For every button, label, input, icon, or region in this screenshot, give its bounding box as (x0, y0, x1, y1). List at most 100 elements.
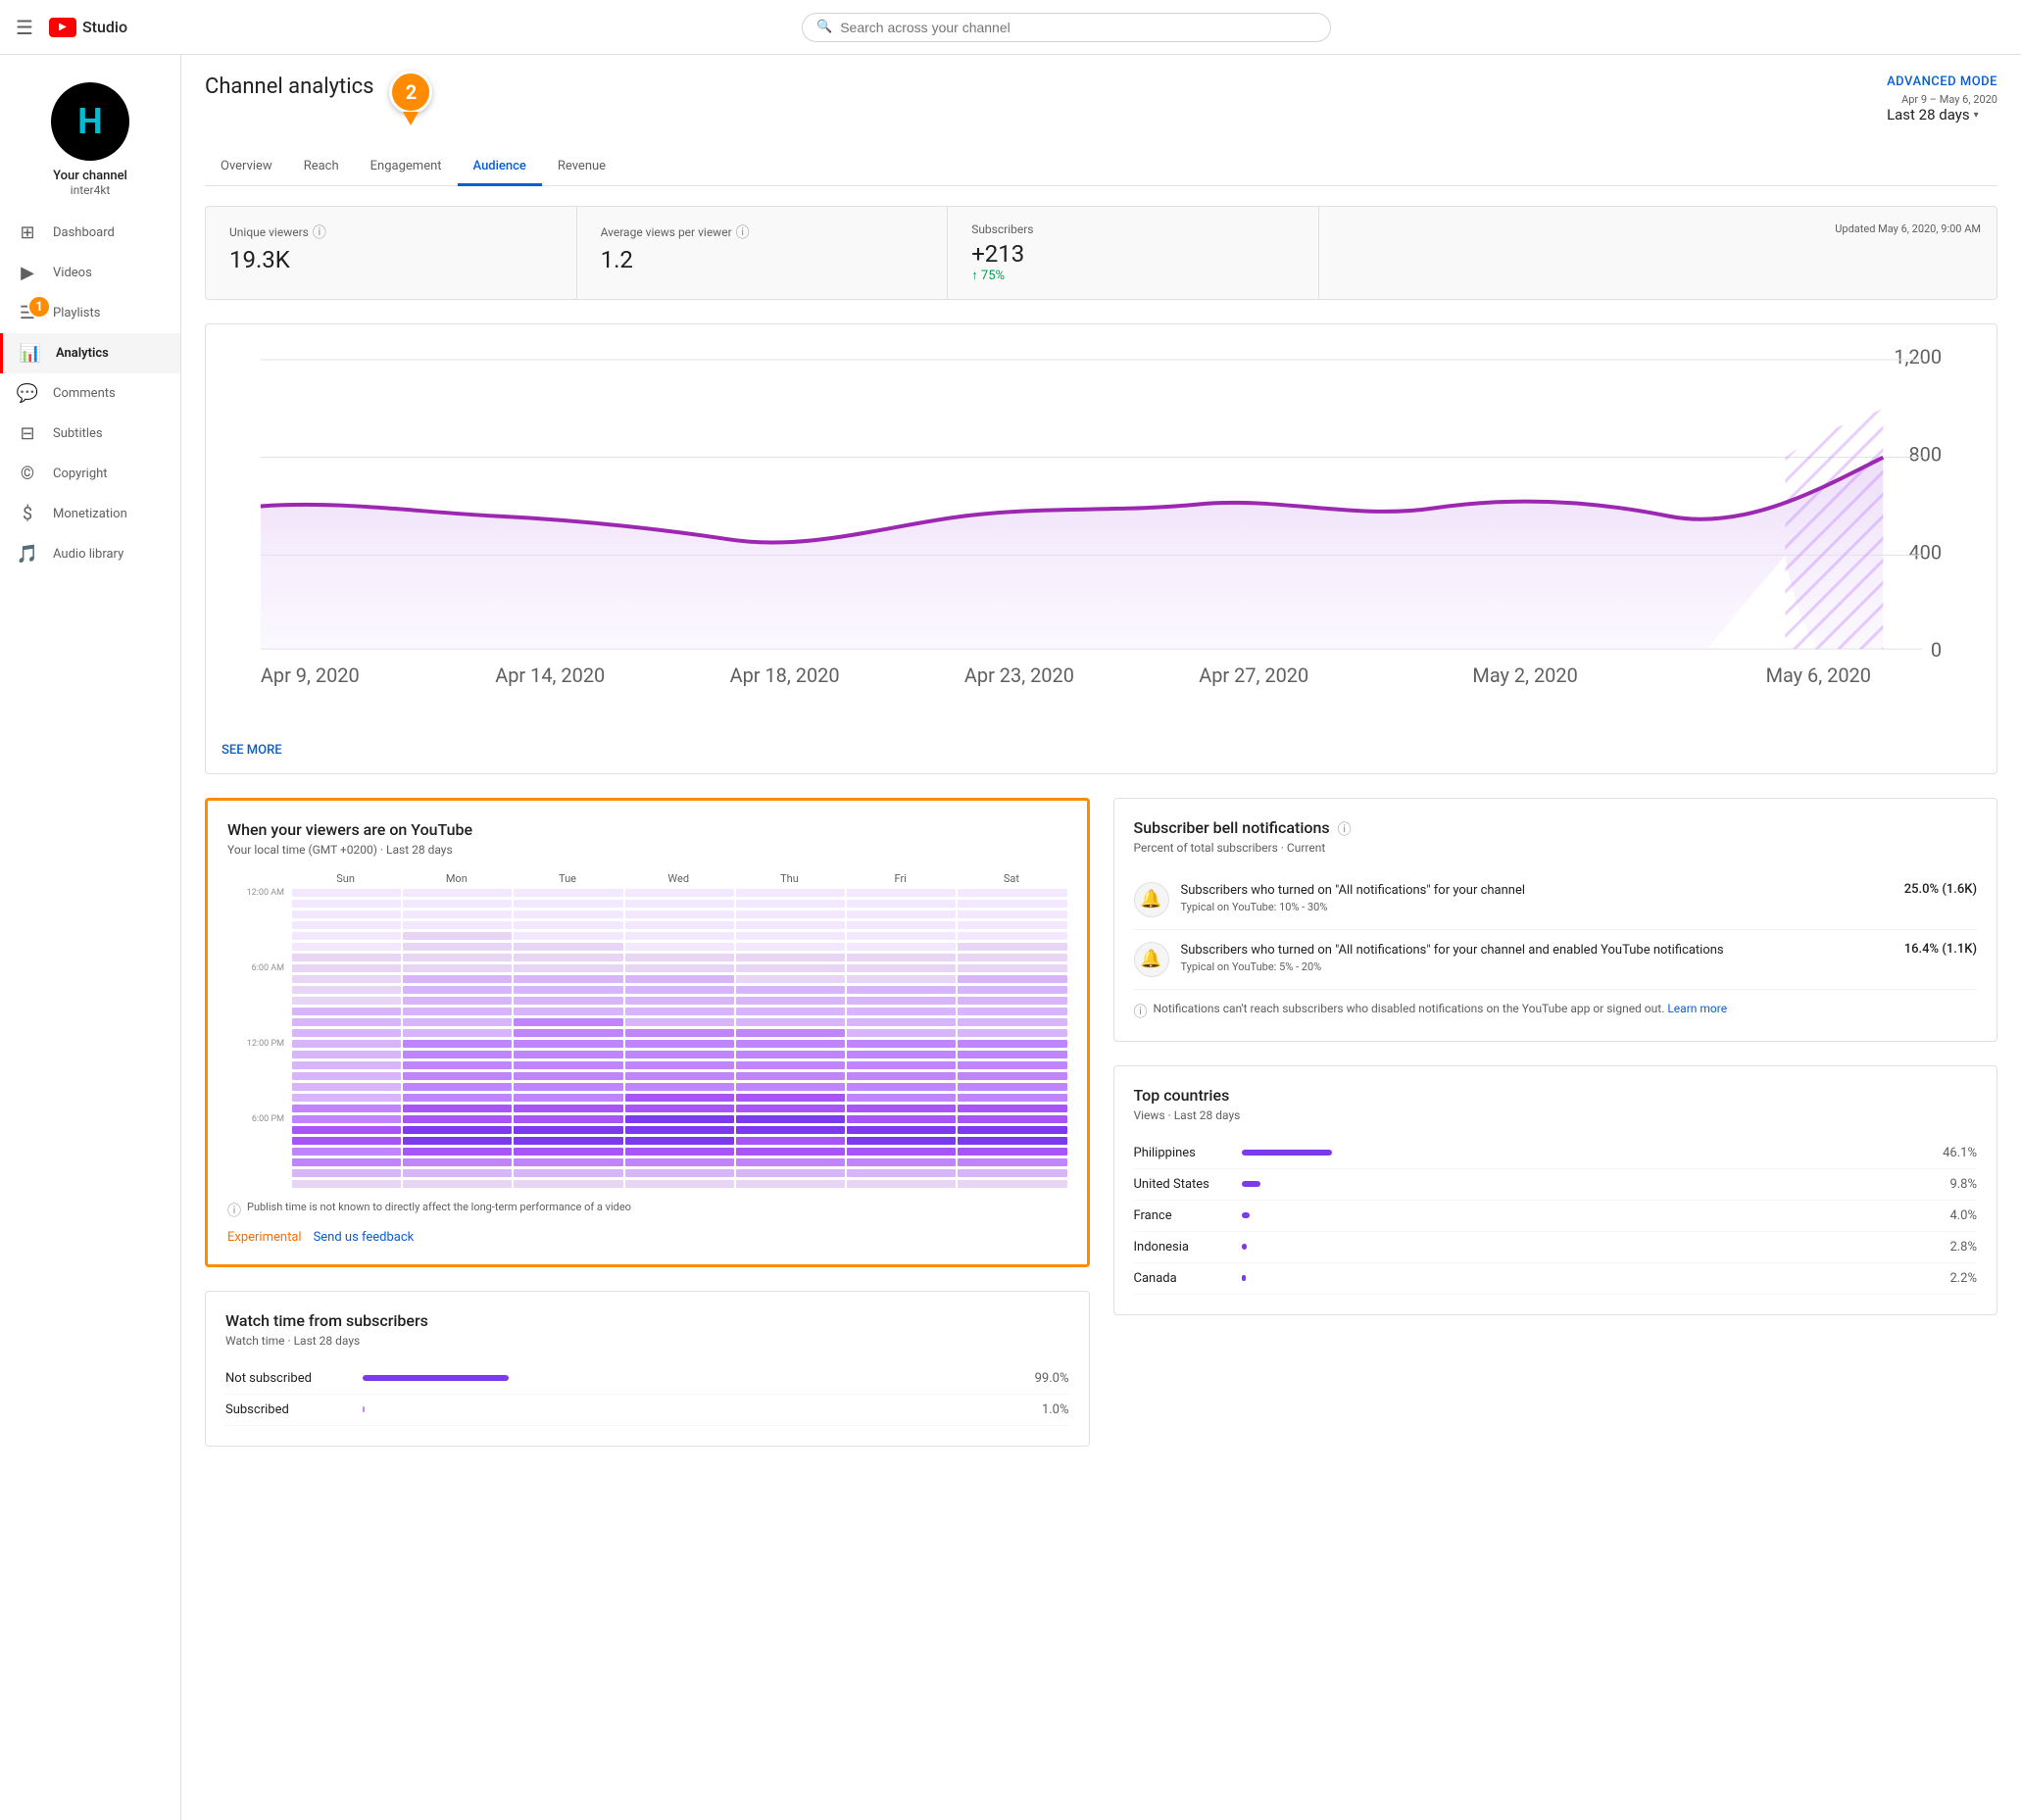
notifications-info-icon[interactable]: ⓘ (1338, 819, 1352, 839)
heat-cell (847, 1105, 956, 1112)
heat-cell (958, 1029, 1066, 1037)
heat-cell (847, 889, 956, 897)
sidebar-item-audio-library[interactable]: 🎵 Audio library (0, 534, 180, 574)
sidebar-item-playlists[interactable]: ☰ Playlists 1 (0, 293, 180, 333)
heat-cell (514, 900, 622, 908)
heat-cell (292, 1126, 401, 1134)
heat-cell (958, 1158, 1066, 1166)
heat-cell (847, 986, 956, 994)
sidebar-item-videos[interactable]: ▶ Videos (0, 253, 180, 293)
search-bar[interactable]: 🔍 (802, 13, 1331, 42)
heat-cell (403, 921, 512, 929)
country-bar-wrap (1242, 1244, 1941, 1250)
heat-cell (847, 1180, 956, 1188)
heat-cell (403, 910, 512, 918)
sidebar-item-subtitles[interactable]: ⊟ Subtitles (0, 414, 180, 454)
country-bar-wrap (1242, 1212, 1941, 1218)
notif-info-icon-2: ⓘ (1134, 1002, 1148, 1021)
time-label (227, 1083, 290, 1092)
time-label: 12:00 AM (227, 889, 290, 898)
audience-chart: 1,200 800 400 0 (205, 323, 1997, 774)
heat-cell (847, 964, 956, 972)
date-range-label: Apr 9 – May 6, 2020 (1887, 93, 1997, 106)
sidebar-item-comments[interactable]: 💬 Comments (0, 373, 180, 414)
experimental-link[interactable]: Experimental (227, 1230, 302, 1245)
country-bar (1242, 1150, 1332, 1156)
heat-cell (514, 986, 622, 994)
notif-all-pct: 25.0% (1.6K) (1904, 882, 1977, 897)
metric-unique-viewers-label: Unique viewers ⓘ (229, 222, 553, 242)
heat-cell (958, 910, 1066, 918)
heat-cell (292, 1008, 401, 1015)
tab-overview[interactable]: Overview (205, 149, 288, 186)
heat-cell (847, 943, 956, 951)
note-info-icon: ⓘ (227, 1201, 241, 1220)
send-feedback-link[interactable]: Send us feedback (314, 1230, 415, 1245)
heat-cell (736, 943, 845, 951)
sidebar-item-copyright[interactable]: © Copyright (0, 454, 180, 494)
heat-cell (514, 1158, 622, 1166)
learn-more-link[interactable]: Learn more (1667, 1002, 1727, 1015)
time-label (227, 1126, 290, 1135)
watch-bar (363, 1375, 509, 1381)
heat-cell (514, 943, 622, 951)
header-right: ADVANCED MODE Apr 9 – May 6, 2020 Last 2… (1887, 74, 1997, 123)
sidebar-item-monetization[interactable]: $ Monetization (0, 494, 180, 534)
heat-cell (514, 889, 622, 897)
time-label: 12:00 PM (227, 1040, 290, 1049)
videos-icon: ▶ (16, 263, 39, 283)
tab-audience[interactable]: Audience (458, 149, 542, 186)
heat-cell (958, 1072, 1066, 1080)
tab-revenue[interactable]: Revenue (542, 149, 621, 186)
info-icon-avg-views[interactable]: ⓘ (736, 222, 750, 242)
info-icon-unique-viewers[interactable]: ⓘ (313, 222, 326, 242)
heat-cell (403, 954, 512, 961)
country-bar-wrap (1242, 1181, 1941, 1187)
viewer-schedule-note: ⓘ Publish time is not known to directly … (227, 1201, 1067, 1220)
heat-cell (847, 1094, 956, 1102)
watch-time-card: Watch time from subscribers Watch time ·… (205, 1291, 1090, 1447)
heat-cell (625, 975, 734, 983)
heat-cell (292, 975, 401, 983)
tab-reach[interactable]: Reach (288, 149, 355, 186)
heat-cell (403, 900, 512, 908)
tab-engagement[interactable]: Engagement (355, 149, 458, 186)
analytics-header: Channel analytics 2 ADVANCED MODE Apr 9 … (205, 74, 1997, 129)
heat-cell (514, 1105, 622, 1112)
heat-cell (292, 1094, 401, 1102)
sidebar-item-analytics[interactable]: 📊 Analytics (0, 333, 180, 373)
time-label (227, 1180, 290, 1189)
date-range-dropdown[interactable]: Last 28 days ▾ (1887, 106, 1997, 123)
time-label (227, 1029, 290, 1038)
svg-text:Apr 23, 2020: Apr 23, 2020 (964, 664, 1074, 687)
heat-cell (514, 1083, 622, 1091)
heat-cell (514, 1040, 622, 1048)
heat-cell (958, 1148, 1066, 1156)
heat-cell (625, 954, 734, 961)
heat-cell (847, 1029, 956, 1037)
heat-cell (514, 1148, 622, 1156)
time-label (227, 1169, 290, 1178)
logo: Studio (49, 18, 127, 37)
country-bar (1242, 1244, 1248, 1250)
heat-cell (292, 921, 401, 929)
heat-cell (625, 997, 734, 1005)
metric-subscribers-sub: ↑ 75% (971, 268, 1295, 283)
advanced-mode-button[interactable]: ADVANCED MODE (1887, 74, 1997, 89)
heat-cell (514, 932, 622, 940)
search-icon: 🔍 (816, 20, 832, 34)
heat-cell (847, 1051, 956, 1058)
see-more-link[interactable]: SEE MORE (222, 743, 1981, 758)
search-input[interactable] (840, 20, 1316, 35)
time-label (227, 975, 290, 984)
heat-cell (736, 1029, 845, 1037)
hamburger-menu[interactable]: ☰ (16, 16, 33, 39)
heat-cell (625, 1072, 734, 1080)
sidebar-item-dashboard[interactable]: ⊞ Dashboard (0, 213, 180, 253)
heat-cell (958, 1169, 1066, 1177)
svg-text:Apr 18, 2020: Apr 18, 2020 (730, 664, 840, 687)
metric-avg-views: Average views per viewer ⓘ 1.2 (577, 207, 949, 299)
svg-text:Apr 14, 2020: Apr 14, 2020 (495, 664, 605, 687)
watch-rows: Not subscribed 99.0% Subscribed 1.0% (225, 1363, 1069, 1426)
heat-cell (292, 1115, 401, 1123)
